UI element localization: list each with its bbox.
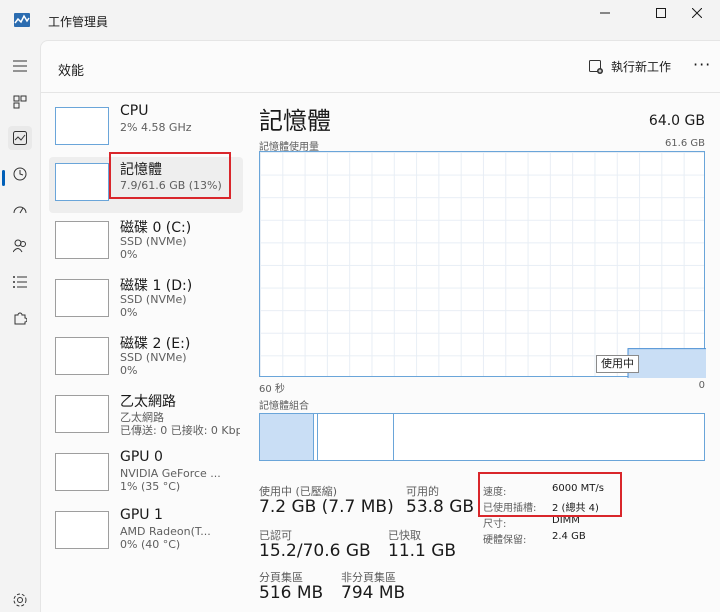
resource-usage: 1% (35 °C) xyxy=(120,480,181,493)
memory-title: 記憶體 xyxy=(259,107,331,135)
run-task-icon xyxy=(589,59,603,74)
resource-usage: 0% xyxy=(120,248,138,261)
gear-icon xyxy=(13,593,27,607)
nav-app-history[interactable] xyxy=(8,162,32,186)
hardware-reserved-value: 2.4 GB xyxy=(552,531,586,542)
resource-item-disk-1[interactable]: 磁碟 1 (D:) SSD (NVMe) 0% xyxy=(49,273,243,329)
resource-name: 磁碟 0 (C:) xyxy=(120,220,192,236)
usage-area-fill xyxy=(628,348,706,378)
ethernet-thumbnail xyxy=(55,395,109,433)
memory-usage-graph: 使用中 xyxy=(259,151,706,378)
nav-rail xyxy=(0,40,40,612)
resource-usage: 0% xyxy=(120,306,138,319)
memory-thumbnail xyxy=(55,163,109,201)
nav-startup-apps[interactable] xyxy=(8,198,32,222)
resource-usage: 0% xyxy=(120,364,138,377)
resource-name: GPU 1 xyxy=(120,507,163,523)
resource-detail: NVIDIA GeForce ... xyxy=(120,467,221,480)
maximize-icon xyxy=(656,8,666,18)
content-panel: 效能 執行新工作 ··· CPU 2% 4.58 GHz 記憶體 7.9/61.… xyxy=(40,40,720,612)
resource-detail: AMD Radeon(T... xyxy=(120,525,211,538)
minimize-icon xyxy=(600,12,610,14)
resource-name: 磁碟 1 (D:) xyxy=(120,278,193,294)
list-icon xyxy=(13,276,27,288)
composition-modified xyxy=(317,414,318,460)
cpu-thumbnail xyxy=(55,107,109,145)
history-icon xyxy=(13,167,27,181)
resource-usage: 0% (40 °C) xyxy=(120,538,181,551)
more-options-button[interactable]: ··· xyxy=(693,55,711,74)
users-icon xyxy=(13,239,26,253)
resource-item-gpu-1[interactable]: GPU 1 AMD Radeon(T... 0% (40 °C) xyxy=(49,505,243,561)
nav-users[interactable] xyxy=(8,234,32,258)
resource-item-gpu-0[interactable]: GPU 0 NVIDIA GeForce ... 1% (35 °C) xyxy=(49,447,243,503)
committed-value: 15.2/70.6 GB xyxy=(259,541,371,561)
page-header: 效能 執行新工作 ··· xyxy=(41,41,720,93)
run-new-task-label: 執行新工作 xyxy=(611,60,672,74)
nav-details[interactable] xyxy=(8,270,32,294)
cached-value: 11.1 GB xyxy=(388,541,457,561)
composition-label: 記憶體組合 xyxy=(259,401,309,412)
nav-processes[interactable] xyxy=(8,90,32,114)
page-title: 效能 xyxy=(58,64,85,79)
resource-detail: SSD (NVMe) xyxy=(120,235,187,248)
form-factor-label: 尺寸: xyxy=(483,519,507,530)
resource-item-disk-2[interactable]: 磁碟 2 (E:) SSD (NVMe) 0% xyxy=(49,331,243,387)
resource-item-disk-0[interactable]: 磁碟 0 (C:) SSD (NVMe) 0% xyxy=(49,215,243,271)
in-use-value: 7.2 GB (7.7 MB) xyxy=(259,497,394,517)
disk-thumbnail xyxy=(55,221,109,259)
paged-pool-value: 516 MB xyxy=(259,583,324,603)
speedometer-icon xyxy=(13,206,27,214)
memory-composition-bar xyxy=(259,413,705,461)
resource-item-cpu[interactable]: CPU 2% 4.58 GHz xyxy=(49,101,243,157)
close-button[interactable] xyxy=(674,0,720,26)
in-use-tooltip: 使用中 xyxy=(596,355,639,373)
resource-usage: 已傳送: 0 已接收: 0 Kbps xyxy=(120,424,240,437)
disk-thumbnail xyxy=(55,279,109,317)
usage-graph-max: 61.6 GB xyxy=(664,138,705,149)
highlight-box-specs xyxy=(478,472,622,517)
memory-total: 64.0 GB xyxy=(648,113,705,129)
resource-detail: SSD (NVMe) xyxy=(120,293,187,306)
hamburger-icon xyxy=(13,60,27,72)
resource-name: CPU xyxy=(120,103,149,119)
disk-thumbnail xyxy=(55,337,109,375)
available-value: 53.8 GB xyxy=(406,497,475,517)
gpu-thumbnail xyxy=(55,453,109,491)
usage-area xyxy=(627,348,706,378)
app-title: 工作管理員 xyxy=(48,15,109,29)
graph-time-end: 0 xyxy=(698,380,705,391)
highlight-box-memory xyxy=(109,152,231,199)
nav-settings[interactable] xyxy=(8,588,32,612)
nav-services[interactable] xyxy=(8,306,32,330)
performance-icon xyxy=(13,131,27,145)
gpu-thumbnail xyxy=(55,511,109,549)
hamburger-menu-button[interactable] xyxy=(8,54,32,78)
resource-name: 磁碟 2 (E:) xyxy=(120,336,191,352)
title-bar: 工作管理員 xyxy=(0,0,720,40)
resource-item-ethernet[interactable]: 乙太網路 乙太網路 已傳送: 0 已接收: 0 Kbps xyxy=(49,389,243,445)
graph-time-start: 60 秒 xyxy=(259,384,285,395)
processes-icon xyxy=(13,95,27,109)
resource-detail: 2% 4.58 GHz xyxy=(120,121,192,134)
active-indicator xyxy=(2,170,5,186)
close-icon xyxy=(692,8,702,18)
nav-performance[interactable] xyxy=(8,126,32,150)
resource-name: 乙太網路 xyxy=(120,394,176,410)
composition-standby xyxy=(393,414,394,460)
resource-name: GPU 0 xyxy=(120,449,163,465)
resource-detail: SSD (NVMe) xyxy=(120,351,187,364)
run-new-task-button[interactable]: 執行新工作 xyxy=(589,58,671,75)
hardware-reserved-label: 硬體保留: xyxy=(483,535,527,546)
puzzle-icon xyxy=(14,312,27,325)
composition-in-use xyxy=(260,414,314,460)
minimize-button[interactable] xyxy=(582,0,628,26)
task-manager-icon xyxy=(14,13,30,27)
nonpaged-pool-value: 794 MB xyxy=(341,583,406,603)
